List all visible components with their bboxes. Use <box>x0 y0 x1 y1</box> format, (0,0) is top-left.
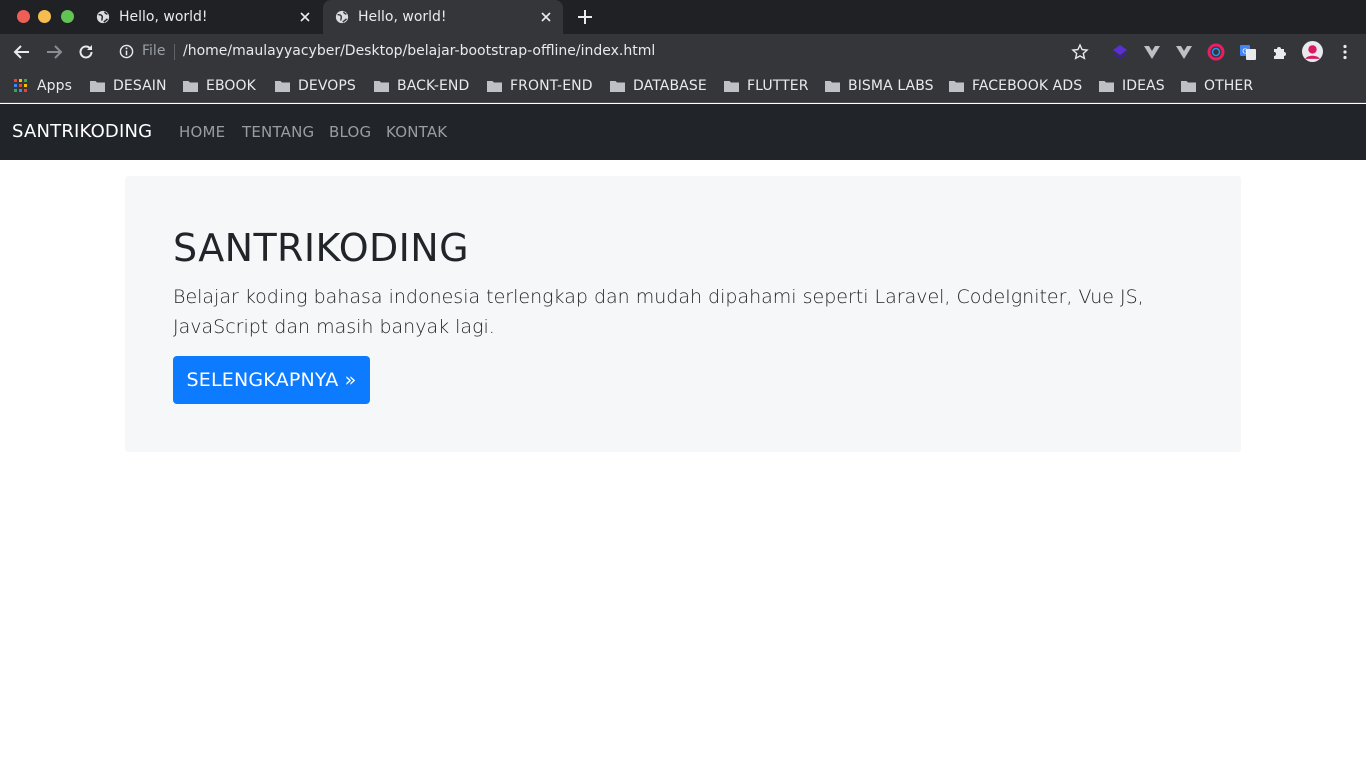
folder-icon <box>183 81 198 92</box>
jumbotron-lead: Belajar koding bahasa indonesia terlengk… <box>173 286 1144 338</box>
forward-arrow-icon[interactable] <box>45 43 63 61</box>
site-info-icon[interactable] <box>119 44 134 59</box>
browser-tab-active[interactable]: Hello, world! <box>323 0 563 34</box>
navbar-brand[interactable]: SANTRIKODING <box>12 121 152 142</box>
bookmark-folder-desain[interactable]: DESAIN <box>90 77 167 95</box>
nav-link-kontak[interactable]: KONTAK <box>386 123 447 141</box>
bookmark-label: DESAIN <box>113 78 167 94</box>
bookmark-folder-facebook-ads[interactable]: FACEBOOK ADS <box>949 77 1082 95</box>
svg-text:G: G <box>1242 48 1247 56</box>
bookmark-star-icon[interactable] <box>1071 43 1089 61</box>
folder-icon <box>1099 81 1114 92</box>
nav-link-blog[interactable]: BLOG <box>329 123 371 141</box>
bookmark-folder-back-end[interactable]: BACK-END <box>374 77 469 95</box>
extension-translate-icon[interactable]: G <box>1239 43 1257 61</box>
back-arrow-icon[interactable] <box>13 43 31 61</box>
bookmark-label: BACK-END <box>397 78 470 94</box>
extension-vue-devtools-icon[interactable] <box>1143 43 1161 61</box>
bookmark-folder-front-end[interactable]: FRONT-END <box>487 77 593 95</box>
tab-title: Hello, world! <box>358 9 447 25</box>
browser-menu-icon[interactable] <box>1336 43 1354 61</box>
bookmark-label: DATABASE <box>633 78 707 94</box>
window-maximize-button[interactable] <box>61 10 74 23</box>
bookmark-folder-ebook[interactable]: EBOOK <box>183 77 256 95</box>
close-tab-icon[interactable] <box>298 10 312 24</box>
extensions-puzzle-icon[interactable] <box>1271 43 1289 61</box>
window-close-button[interactable] <box>17 10 30 23</box>
bookmark-folder-devops[interactable]: DEVOPS <box>275 77 356 95</box>
browser-toolbar: File /home/maulayyacyber/Desktop/belajar… <box>0 34 1366 70</box>
bookmark-label: FRONT-END <box>510 78 593 94</box>
folder-icon <box>90 81 105 92</box>
bookmark-label: IDEAS <box>1122 78 1165 94</box>
window-minimize-button[interactable] <box>38 10 51 23</box>
bookmark-folder-bisma-labs[interactable]: BISMA LABS <box>825 77 934 95</box>
extension-color-picker-icon[interactable] <box>1207 43 1225 61</box>
extension-layers-icon[interactable] <box>1111 43 1129 61</box>
globe-icon <box>96 10 110 24</box>
folder-icon <box>825 81 840 92</box>
address-divider <box>174 44 175 60</box>
bookmark-label: DEVOPS <box>298 78 356 94</box>
bookmark-label: EBOOK <box>206 78 256 94</box>
reload-icon[interactable] <box>77 43 95 61</box>
extension-vue-devtools-icon[interactable] <box>1175 43 1193 61</box>
folder-icon <box>487 81 502 92</box>
folder-icon <box>949 81 964 92</box>
bookmark-folder-flutter[interactable]: FLUTTER <box>724 77 809 95</box>
site-navbar: SANTRIKODING HOME TENTANG BLOG KONTAK <box>0 104 1366 160</box>
apps-grid-icon <box>14 79 28 93</box>
address-bar-input[interactable]: /home/maulayyacyber/Desktop/belajar-boot… <box>183 43 655 59</box>
profile-avatar[interactable] <box>1302 41 1323 62</box>
folder-icon <box>374 81 389 92</box>
folder-icon <box>724 81 739 92</box>
bookmark-folder-database[interactable]: DATABASE <box>610 77 707 95</box>
jumbotron: SANTRIKODING Belajar koding bahasa indon… <box>125 176 1241 452</box>
tab-title: Hello, world! <box>119 9 208 25</box>
nav-link-home[interactable]: HOME <box>179 123 225 141</box>
new-tab-icon[interactable] <box>576 8 594 26</box>
close-tab-icon[interactable] <box>539 10 553 24</box>
browser-tab[interactable]: Hello, world! <box>84 0 322 34</box>
folder-icon <box>610 81 625 92</box>
selengkapnya-button[interactable]: SELENGKAPNYA » <box>173 356 370 404</box>
browser-tab-bar: Hello, world! Hello, world! <box>0 0 1366 34</box>
nav-link-tentang[interactable]: TENTANG <box>242 123 314 141</box>
bookmark-label: Apps <box>37 78 73 94</box>
address-scheme-label: File <box>142 43 166 59</box>
bookmark-label: FLUTTER <box>747 78 809 94</box>
folder-icon <box>275 81 290 92</box>
bookmark-label: OTHER <box>1204 78 1254 94</box>
bookmark-folder-ideas[interactable]: IDEAS <box>1099 77 1165 95</box>
bookmarks-bar: Apps DESAIN EBOOK DEVOPS BACK-END FRONT-… <box>0 70 1366 103</box>
bookmark-label: FACEBOOK ADS <box>972 78 1083 94</box>
bookmark-label: BISMA LABS <box>848 78 934 94</box>
bookmark-apps[interactable]: Apps <box>14 77 72 95</box>
bookmark-folder-other[interactable]: OTHER <box>1181 77 1253 95</box>
globe-icon <box>335 10 349 24</box>
jumbotron-title: SANTRIKODING <box>173 226 469 270</box>
folder-icon <box>1181 81 1196 92</box>
